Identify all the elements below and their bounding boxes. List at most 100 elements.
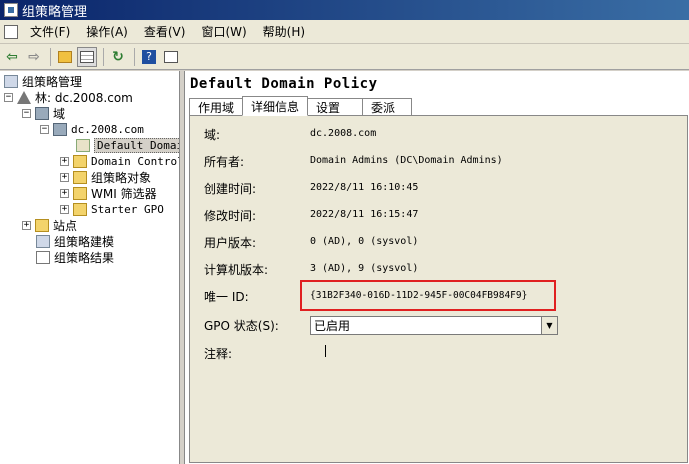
tree-item-default-policy[interactable]: Default Domain — [76, 137, 179, 153]
menu-view[interactable]: 查看(V) — [136, 23, 194, 40]
toolbar-separator — [103, 47, 104, 66]
menu-window[interactable]: 窗口(W) — [193, 23, 254, 40]
tree-item-label: WMI 筛选器 — [91, 186, 157, 201]
menu-bar: 文件(F) 操作(A) 查看(V) 窗口(W) 帮助(H) — [0, 20, 689, 44]
tree-item-label: 组策略建模 — [54, 234, 115, 249]
details-pane: Default Domain Policy 作用域 详细信息 设置 委派 域: … — [184, 71, 689, 464]
forward-button[interactable]: ⇨ — [24, 47, 44, 67]
tree-item-forest[interactable]: − 林: dc.2008.com — [4, 89, 133, 105]
console-tree: 组策略管理 − 林: dc.2008.com − 域 − dc.2008.com… — [0, 71, 180, 464]
tree-item-domains[interactable]: − 域 — [22, 105, 65, 121]
tree-item-label: Starter GPO — [91, 202, 164, 216]
results-icon — [36, 250, 50, 264]
tree-item-gpo-objects[interactable]: + 组策略对象 — [60, 169, 151, 185]
tree-item-domain[interactable]: − dc.2008.com — [40, 121, 144, 137]
window-title: 组策略管理 — [22, 4, 88, 20]
show-tree-button[interactable] — [77, 46, 97, 67]
help-button[interactable]: ? — [139, 47, 159, 67]
domain-value: dc.2008.com — [310, 128, 377, 139]
up-folder-icon — [58, 50, 72, 63]
gpo-status-value: 已启用 — [314, 319, 351, 333]
comment-field[interactable] — [325, 345, 326, 357]
collapse-toggle[interactable]: − — [40, 124, 49, 134]
user-version-value: 0 (AD), 0 (sysvol) — [310, 236, 419, 247]
forest-icon — [17, 90, 31, 104]
tree-item-results[interactable]: 组策略结果 — [36, 249, 114, 265]
refresh-icon: ↻ — [112, 48, 124, 65]
app-icon — [4, 3, 18, 17]
tree-item-label: dc.2008.com — [71, 122, 144, 136]
gpo-status-select[interactable]: 已启用 ▼ — [310, 316, 558, 335]
properties-button[interactable] — [161, 47, 181, 67]
tree-item-sites[interactable]: + 站点 — [22, 217, 77, 233]
help-icon: ? — [142, 49, 156, 64]
tree-item-wmi-filters[interactable]: + WMI 筛选器 — [60, 185, 157, 201]
modified-value: 2022/8/11 16:15:47 — [310, 209, 419, 220]
up-button[interactable] — [55, 47, 75, 67]
toolbar-separator — [50, 47, 51, 66]
expand-toggle[interactable]: + — [22, 220, 31, 230]
owner-value: Domain Admins (DC\Domain Admins) — [310, 155, 503, 166]
menu-action[interactable]: 操作(A) — [78, 23, 136, 40]
tree-item-label: 林: dc.2008.com — [35, 90, 133, 105]
collapse-toggle[interactable]: − — [4, 92, 13, 102]
tab-scope[interactable]: 作用域 — [189, 98, 244, 116]
computer-version-label: 计算机版本: — [204, 263, 269, 277]
tree-item-label: 域 — [53, 106, 66, 121]
ou-folder-icon — [73, 154, 87, 168]
folder-icon — [73, 186, 87, 200]
tree-item-domain-controllers[interactable]: + Domain Control — [60, 153, 180, 169]
tree-item-label: 组策略结果 — [54, 250, 115, 265]
modified-label: 修改时间: — [204, 209, 257, 223]
domain-label: 域: — [204, 128, 221, 142]
forward-arrow-icon: ⇨ — [28, 48, 40, 65]
tree-item-label: 组策略对象 — [91, 170, 152, 185]
tab-delegation[interactable]: 委派 — [362, 98, 413, 116]
chevron-down-icon[interactable]: ▼ — [541, 317, 557, 334]
gpo-status-label: GPO 状态(S): — [204, 319, 279, 333]
tree-item-root[interactable]: 组策略管理 — [4, 73, 82, 89]
unique-id-label: 唯一 ID: — [204, 290, 249, 304]
expand-toggle[interactable]: + — [60, 172, 69, 182]
details-tab-panel: 域: dc.2008.com 所有者: Domain Admins (DC\Do… — [189, 115, 688, 463]
highlight-box — [300, 280, 556, 311]
user-version-label: 用户版本: — [204, 236, 257, 250]
domains-icon — [35, 106, 49, 120]
tree-item-starter-gpo[interactable]: + Starter GPO — [60, 201, 164, 217]
toolbar: ⇦ ⇨ ↻ ? — [0, 44, 689, 70]
back-arrow-icon: ⇦ — [6, 48, 18, 65]
tree-item-label: Domain Control — [91, 154, 180, 168]
expand-toggle[interactable]: + — [60, 188, 69, 198]
properties-icon — [164, 50, 178, 63]
tree-item-modeling[interactable]: 组策略建模 — [36, 233, 114, 249]
created-value: 2022/8/11 16:10:45 — [310, 182, 419, 193]
owner-label: 所有者: — [204, 155, 245, 169]
tree-item-label: 站点 — [53, 218, 78, 233]
menu-help[interactable]: 帮助(H) — [255, 23, 313, 40]
folder-icon — [73, 202, 87, 216]
created-label: 创建时间: — [204, 182, 257, 196]
toolbar-separator — [134, 47, 135, 66]
policy-title: Default Domain Policy — [190, 76, 378, 92]
tab-strip: 作用域 详细信息 设置 委派 — [189, 96, 413, 116]
tree-item-label: 组策略管理 — [22, 74, 83, 89]
tree-item-label: Default Domain — [94, 137, 179, 153]
gpo-link-icon — [76, 138, 90, 152]
title-bar: 组策略管理 — [0, 0, 689, 20]
comment-label: 注释: — [204, 347, 233, 361]
document-icon — [4, 24, 18, 39]
tab-details[interactable]: 详细信息 — [242, 96, 309, 116]
folder-icon — [73, 170, 87, 184]
sites-icon — [35, 218, 49, 232]
refresh-button[interactable]: ↻ — [108, 47, 128, 67]
expand-toggle[interactable]: + — [60, 204, 69, 214]
tab-settings[interactable]: 设置 — [307, 98, 364, 116]
gpm-icon — [4, 74, 18, 88]
domain-icon — [53, 122, 67, 136]
modeling-icon — [36, 234, 50, 248]
expand-toggle[interactable]: + — [60, 156, 69, 166]
show-tree-icon — [80, 50, 94, 63]
collapse-toggle[interactable]: − — [22, 108, 31, 118]
back-button[interactable]: ⇦ — [2, 47, 22, 67]
menu-file[interactable]: 文件(F) — [22, 23, 78, 40]
